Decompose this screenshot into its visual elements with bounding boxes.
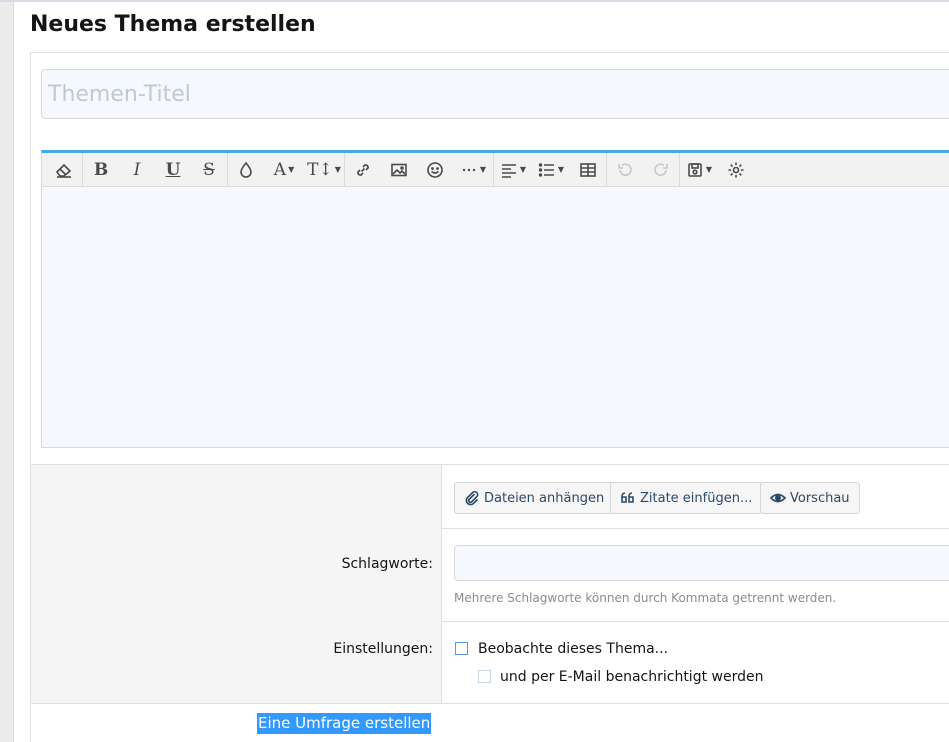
more-options-button[interactable]: ▼: [453, 153, 493, 187]
tags-hint: Mehrere Schlagworte können durch Kommata…: [454, 591, 837, 605]
font-size-button[interactable]: T↕ ▼: [304, 153, 344, 187]
insert-link-button[interactable]: [345, 153, 381, 187]
text-color-button[interactable]: [228, 153, 264, 187]
bold-button[interactable]: B: [83, 153, 119, 187]
editor-settings-button[interactable]: [718, 153, 754, 187]
underline-icon: U: [165, 159, 181, 180]
remove-format-button[interactable]: [46, 153, 82, 187]
redo-icon: [654, 162, 668, 176]
tags-label: Schlagworte:: [341, 556, 433, 572]
insert-smilie-button[interactable]: [417, 153, 453, 187]
editor-content-area[interactable]: [42, 187, 949, 448]
attach-files-button[interactable]: Dateien anhängen: [454, 482, 615, 514]
ellipsis-icon: [462, 168, 476, 171]
italic-icon: I: [133, 159, 141, 180]
eye-icon: [770, 493, 786, 503]
chevron-down-icon: ▼: [334, 165, 341, 174]
smiley-icon: [427, 161, 443, 178]
insert-quotes-button[interactable]: Zitate einfügen...: [610, 482, 763, 514]
watch-thread-label[interactable]: Beobachte dieses Thema...: [478, 641, 668, 657]
insert-quotes-label: Zitate einfügen...: [640, 490, 753, 506]
chevron-down-icon: ▼: [288, 165, 295, 174]
link-icon: [357, 163, 369, 176]
paperclip-icon: [465, 490, 479, 506]
bold-icon: B: [93, 159, 109, 180]
italic-button[interactable]: I: [119, 153, 155, 187]
chevron-down-icon: ▼: [557, 165, 565, 174]
create-poll-link[interactable]: Eine Umfrage erstellen: [257, 713, 432, 734]
attach-files-label: Dateien anhängen: [484, 490, 605, 506]
email-notify-checkbox[interactable]: [478, 670, 491, 683]
redo-button[interactable]: [643, 153, 679, 187]
align-left-icon: [501, 163, 516, 178]
row-divider: [442, 621, 949, 622]
strikethrough-icon: S: [203, 159, 215, 180]
align-button[interactable]: ▼: [494, 153, 532, 187]
gear-icon: [728, 162, 744, 177]
image-icon: [391, 163, 407, 176]
row-divider: [442, 528, 949, 529]
rich-text-editor: B I U S A ▼ T↕ ▼ ▼ ▼ ▼ ▼: [41, 150, 949, 448]
insert-image-button[interactable]: [381, 153, 417, 187]
left-gutter: [0, 2, 14, 742]
insert-table-button[interactable]: [570, 153, 606, 187]
chevron-down-icon: ▼: [479, 165, 487, 174]
preview-label: Vorschau: [790, 490, 850, 506]
underline-button[interactable]: U: [155, 153, 191, 187]
window-top-border: [0, 0, 949, 2]
list-button[interactable]: ▼: [532, 153, 570, 187]
table-icon: [580, 162, 596, 177]
undo-icon: [618, 162, 632, 176]
drafts-button[interactable]: ▼: [680, 153, 718, 187]
settings-label: Einstellungen:: [333, 641, 433, 657]
font-family-icon: A: [273, 159, 287, 180]
editor-toolbar: B I U S A ▼ T↕ ▼ ▼ ▼ ▼ ▼: [42, 152, 949, 187]
thread-title-input[interactable]: [41, 69, 949, 119]
watch-thread-checkbox[interactable]: [455, 642, 468, 655]
page-title: Neues Thema erstellen: [30, 12, 316, 37]
font-size-icon: T↕: [307, 159, 333, 180]
chevron-down-icon: ▼: [519, 165, 527, 174]
chevron-down-icon: ▼: [705, 165, 713, 174]
section-divider: [31, 703, 949, 704]
list-icon: [538, 162, 554, 177]
quote-icon: [621, 492, 634, 503]
eraser-icon: [55, 163, 72, 178]
email-notify-label[interactable]: und per E-Mail benachrichtigt werden: [500, 669, 763, 685]
tags-input[interactable]: [454, 545, 949, 581]
label-column: [31, 465, 442, 704]
strikethrough-button[interactable]: S: [191, 153, 227, 187]
droplet-icon: [240, 161, 252, 178]
preview-button[interactable]: Vorschau: [760, 482, 860, 514]
font-family-button[interactable]: A ▼: [264, 153, 304, 187]
save-draft-icon: [688, 162, 702, 177]
undo-button[interactable]: [607, 153, 643, 187]
